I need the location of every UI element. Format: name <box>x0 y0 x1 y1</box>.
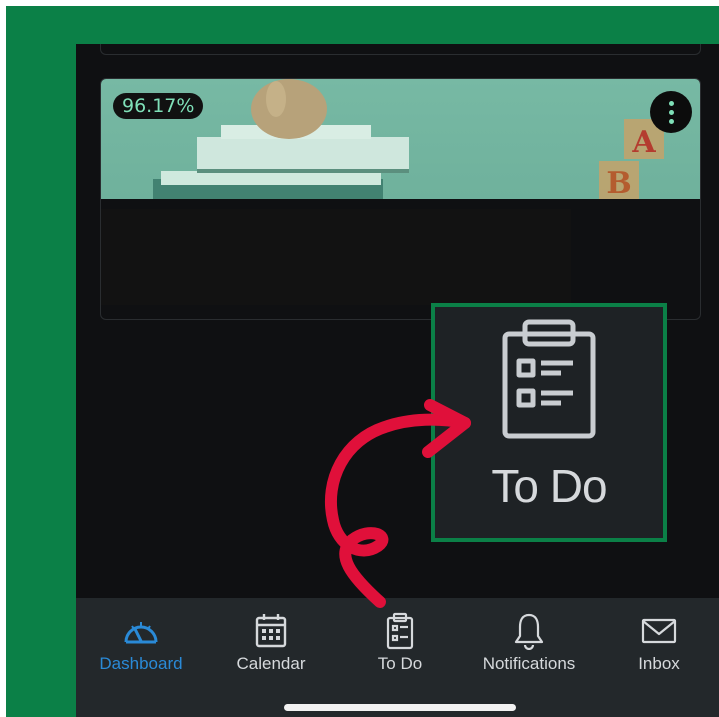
dashboard-gauge-icon <box>124 622 158 644</box>
previous-course-card[interactable] <box>100 44 701 55</box>
clipboard-large-icon <box>502 319 596 439</box>
redacted-course-info <box>101 209 571 305</box>
bell-icon <box>514 613 544 650</box>
svg-text:A: A <box>631 125 656 160</box>
app-screen: A B 96.17% To Do Dashboard Calendar To D… <box>76 44 719 717</box>
todo-zoom-callout: To Do <box>431 303 667 542</box>
course-options-button[interactable] <box>650 91 692 133</box>
tab-notifications[interactable]: Notifications <box>469 612 589 676</box>
kebab-dot-icon <box>668 109 674 115</box>
course-card-image[interactable]: A B 96.17% <box>101 79 700 199</box>
svg-text:B: B <box>606 166 631 199</box>
tab-dashboard-label: Dashboard <box>99 654 183 673</box>
tab-todo[interactable]: To Do <box>340 612 460 676</box>
card-body-empty <box>571 209 700 305</box>
tab-dashboard[interactable]: Dashboard <box>81 612 201 676</box>
bottom-tab-bar: Dashboard Calendar To Do Notifications I… <box>76 598 719 717</box>
kebab-dot-icon <box>668 100 674 106</box>
kebab-dot-icon <box>668 118 674 124</box>
tab-notifications-label: Notifications <box>482 654 576 673</box>
zoom-callout-label: To Do <box>491 460 607 512</box>
tab-calendar[interactable]: Calendar <box>211 612 331 676</box>
grade-badge: 96.17% <box>113 93 204 119</box>
tab-todo-label: To Do <box>377 654 423 673</box>
tab-inbox-label: Inbox <box>638 654 680 673</box>
calendar-icon <box>255 614 287 648</box>
home-indicator[interactable] <box>284 704 516 711</box>
envelope-icon <box>641 618 677 644</box>
clipboard-icon <box>386 612 414 650</box>
tab-inbox[interactable]: Inbox <box>599 612 719 676</box>
course-card[interactable]: A B 96.17% <box>100 78 701 320</box>
tab-calendar-label: Calendar <box>236 654 306 673</box>
